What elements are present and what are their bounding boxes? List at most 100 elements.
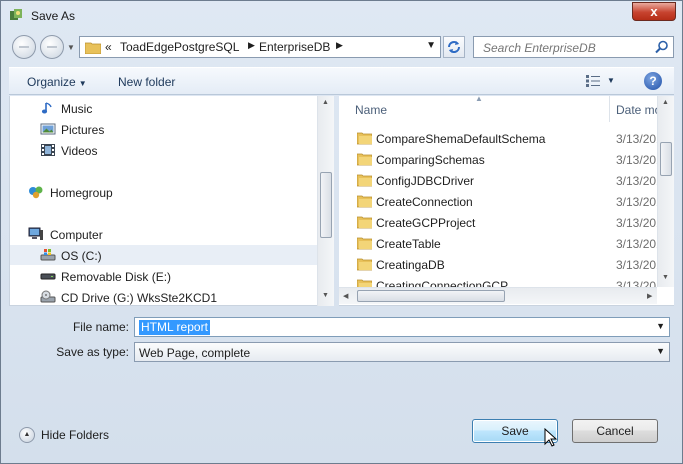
nav-item-pictures[interactable]: Pictures [10, 119, 317, 139]
file-row[interactable]: CreateTable 3/13/201 [339, 233, 657, 254]
organize-button[interactable]: Organize ▼ [27, 75, 87, 89]
cancel-button[interactable]: Cancel [572, 419, 658, 443]
nav-item-computer[interactable]: Computer [10, 224, 317, 244]
folder-icon [85, 42, 101, 54]
breadcrumb-separator-icon[interactable]: ▶ [248, 40, 255, 51]
nav-item-label: Homegroup [50, 186, 113, 200]
chevron-down-icon[interactable]: ▼ [656, 346, 665, 356]
file-name-input[interactable]: HTML report ▼ [134, 317, 670, 337]
nav-item-videos[interactable]: Videos [10, 140, 317, 160]
app-icon [10, 9, 22, 20]
address-dropdown-icon[interactable]: ▼ [426, 40, 436, 51]
file-date: 3/13/201 [616, 237, 657, 251]
organize-label: Organize [27, 75, 76, 89]
scroll-left-icon[interactable]: ◀ [343, 292, 348, 300]
views-dropdown-icon[interactable]: ▼ [607, 76, 615, 85]
nav-item-os-c[interactable]: OS (C:) [10, 245, 317, 265]
scrollbar-thumb[interactable] [357, 290, 505, 302]
save-as-dialog: Save As x ▼ « ToadEdgePostgreSQL ▶ Enter… [0, 0, 683, 464]
save-as-type-value: Web Page, complete [139, 346, 251, 360]
close-button[interactable]: x [632, 2, 676, 21]
scroll-right-icon[interactable]: ▶ [647, 292, 652, 300]
pictures-icon [40, 123, 56, 135]
breadcrumb-separator-icon[interactable]: ▶ [336, 40, 343, 51]
file-name: CreatingConnectionGCP [376, 279, 509, 287]
back-button[interactable] [12, 35, 36, 59]
column-header-date-modified[interactable]: Date mo [616, 103, 661, 117]
nav-item-label: Computer [50, 228, 103, 242]
new-folder-button[interactable]: New folder [118, 75, 175, 89]
nav-item-removable-disk[interactable]: Removable Disk (E:) [10, 266, 317, 286]
file-row[interactable]: CreatingaDB 3/13/201 [339, 254, 657, 275]
file-date: 3/13/201 [616, 153, 657, 167]
chevron-down-icon: ▼ [78, 79, 87, 88]
folder-icon [357, 237, 372, 250]
scroll-up-icon[interactable]: ▲ [662, 99, 669, 106]
file-name: ComparingSchemas [376, 153, 485, 167]
nav-item-music[interactable]: Music [10, 98, 317, 118]
mouse-cursor-icon [544, 428, 558, 447]
file-row[interactable]: CreateConnection 3/13/201 [339, 191, 657, 212]
file-name: CreateGCPProject [376, 216, 476, 230]
music-icon [41, 102, 52, 114]
nav-item-homegroup[interactable]: Homegroup [10, 182, 317, 202]
column-divider[interactable] [609, 96, 610, 122]
file-date: 3/13/201 [616, 258, 657, 272]
scrollbar-thumb[interactable] [660, 142, 672, 176]
scroll-down-icon[interactable]: ▼ [322, 292, 329, 299]
hide-folders-label: Hide Folders [41, 428, 110, 442]
file-list-vertical-scrollbar[interactable]: ▲ ▼ [657, 96, 674, 287]
breadcrumb-enterprisedb[interactable]: EnterpriseDB [259, 40, 330, 54]
file-list-horizontal-scrollbar[interactable]: ◀ ▶ [339, 287, 657, 304]
removable-disk-icon [40, 273, 56, 280]
views-icon[interactable] [585, 74, 601, 88]
navigation-pane: Music Pictures Videos Homegroup Computer… [9, 96, 334, 307]
history-dropdown-icon[interactable]: ▼ [67, 43, 75, 52]
file-row[interactable]: CreatingConnectionGCP 3/13/201 [339, 275, 657, 287]
scrollbar-thumb[interactable] [320, 172, 332, 238]
nav-item-cd-drive[interactable]: CD Drive (G:) WksSte2KCD1 [10, 287, 317, 307]
breadcrumb-toadedgepostgresql[interactable]: ToadEdgePostgreSQL [120, 40, 239, 54]
title-bar: Save As x [1, 1, 682, 31]
nav-item-label: CD Drive (G:) WksSte2KCD1 [61, 291, 218, 305]
cd-drive-icon [40, 290, 56, 303]
search-box[interactable] [473, 36, 674, 58]
nav-item-label: Music [61, 102, 93, 116]
scroll-down-icon[interactable]: ▼ [662, 274, 669, 281]
address-bar[interactable]: « ToadEdgePostgreSQL ▶ EnterpriseDB ▶ ▼ [79, 36, 441, 58]
column-header-row: ▲ Name Date mo [339, 94, 661, 122]
save-as-type-label: Save as type: [56, 345, 129, 359]
file-row[interactable]: CompareShemaDefaultSchema 3/13/201 [339, 128, 657, 149]
file-name: CompareShemaDefaultSchema [376, 132, 546, 146]
file-date: 3/13/201 [616, 216, 657, 230]
file-name-value[interactable]: HTML report [139, 320, 210, 335]
help-button[interactable]: ? [644, 72, 662, 90]
nav-item-label: Pictures [61, 123, 105, 137]
file-row[interactable]: CreateGCPProject 3/13/201 [339, 212, 657, 233]
file-date: 3/13/201 [616, 279, 657, 287]
command-toolbar: Organize ▼ New folder ▼ ? [9, 67, 674, 95]
folder-icon [357, 216, 372, 229]
file-row[interactable]: ComparingSchemas 3/13/201 [339, 149, 657, 170]
forward-button[interactable] [40, 35, 64, 59]
column-header-name[interactable]: Name [355, 103, 387, 117]
chevron-up-icon: ▲ [19, 427, 35, 443]
file-date: 3/13/201 [616, 195, 657, 209]
nav-item-label: OS (C:) [61, 249, 102, 263]
file-row[interactable]: ConfigJDBCDriver 3/13/201 [339, 170, 657, 191]
sort-ascending-icon: ▲ [475, 94, 483, 103]
save-as-type-select[interactable]: Web Page, complete ▼ [134, 342, 670, 362]
scroll-up-icon[interactable]: ▲ [322, 99, 329, 106]
folder-icon [357, 132, 372, 145]
file-name: ConfigJDBCDriver [376, 174, 475, 188]
homegroup-icon [29, 186, 43, 199]
search-input[interactable] [481, 40, 651, 56]
file-name: CreateConnection [376, 195, 473, 209]
refresh-button[interactable] [443, 36, 465, 58]
chevron-down-icon[interactable]: ▼ [656, 321, 665, 331]
address-overflow[interactable]: « [105, 40, 112, 54]
file-list-pane: ▲ Name Date mo CompareShemaDefaultSchema… [339, 94, 674, 306]
nav-pane-scrollbar[interactable]: ▲ ▼ [317, 96, 334, 306]
search-icon[interactable] [655, 40, 669, 54]
folder-icon [357, 174, 372, 187]
